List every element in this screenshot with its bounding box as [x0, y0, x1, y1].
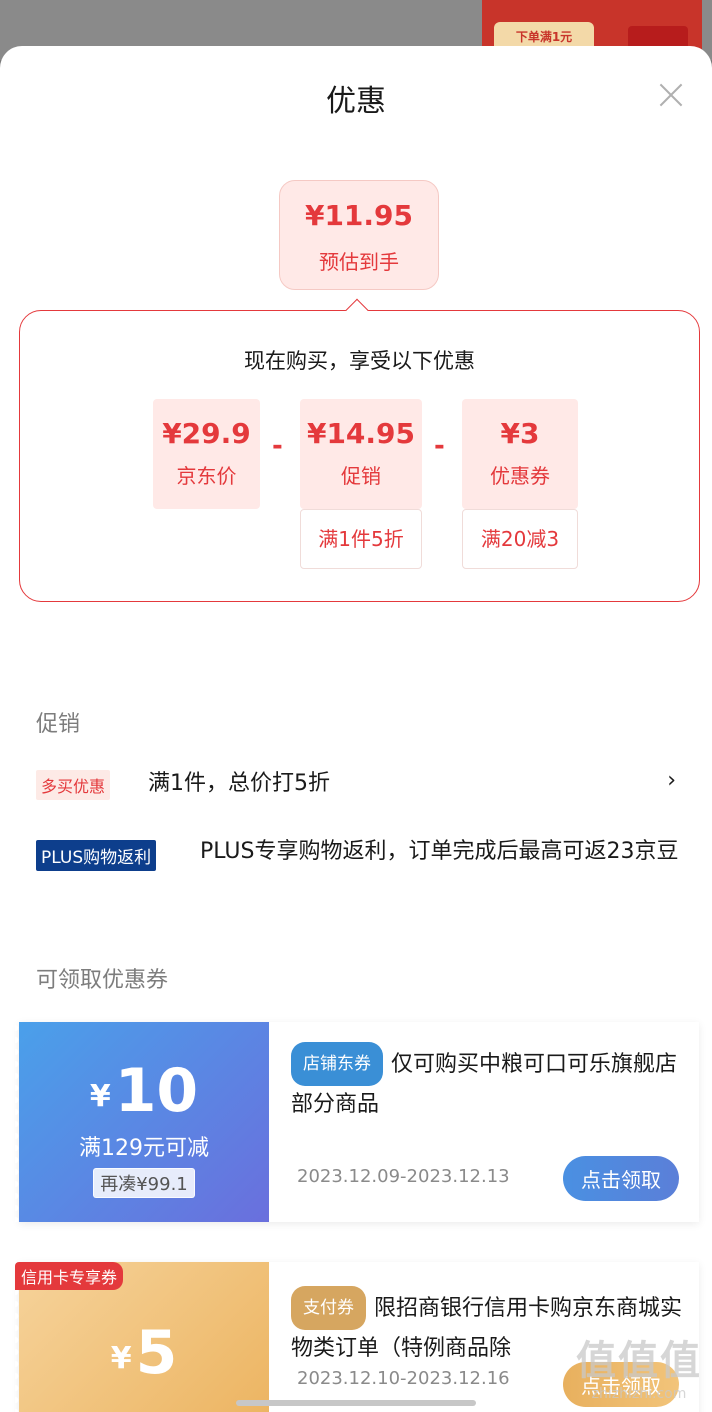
minus-sign: -	[272, 431, 283, 461]
coupon-amount-value: 10	[114, 1056, 199, 1126]
jd-price-label: 京东价	[176, 464, 237, 488]
coupon-amount: ¥10	[19, 1056, 269, 1126]
coupon-details: 店铺东券 仅可购买中粮可口可乐旗舰店部分商品 2023.12.09-2023.12…	[291, 1022, 685, 1222]
coupon-card: ¥10 满129元可减 再凑¥99.1 店铺东券 仅可购买中粮可口可乐旗舰店部分商…	[15, 1022, 699, 1222]
coupon-validity-date: 2023.12.09-2023.12.13	[297, 1166, 510, 1187]
currency-symbol: ¥	[89, 1079, 111, 1115]
jd-price-value: ¥29.9	[162, 417, 251, 450]
breakdown-panel: 现在购买，享受以下优惠 ¥29.9 京东价 - ¥14.95 促销 满1件5折 …	[19, 310, 700, 602]
promotion-discount-value: ¥14.95	[306, 417, 416, 450]
watermark: 值值值 zhizhizhi.com	[576, 1328, 702, 1402]
coupon-discount-value: ¥3	[500, 417, 540, 450]
discount-sheet: 优惠 ¥11.95 预估到手 现在购买，享受以下优惠 ¥29.9 京东价 - ¥…	[0, 46, 712, 1412]
breakdown-title: 现在购买，享受以下优惠	[244, 349, 475, 373]
plus-text: PLUS专享购物返利，订单完成后最高可返23京豆	[200, 839, 679, 864]
claim-coupon-button[interactable]: 点击领取	[563, 1156, 679, 1201]
coupon-amount-value: 5	[135, 1318, 178, 1388]
minus-sign: -	[434, 431, 445, 461]
promotion-row-multibuy[interactable]: 多买优惠 满1件，总价打5折 ›	[36, 768, 686, 804]
promotions-section-title: 促销	[36, 712, 81, 737]
plus-tag: PLUS购物返利	[36, 840, 157, 871]
coupon-amount: ¥5	[19, 1318, 269, 1388]
coupon-discount-box: ¥3 优惠券	[462, 399, 578, 509]
estimated-price: ¥11.95	[304, 199, 414, 232]
estimated-price-card: ¥11.95 预估到手	[279, 180, 439, 290]
multibuy-tag: 多买优惠	[36, 770, 111, 800]
close-icon[interactable]	[658, 82, 684, 108]
watermark-url: zhizhizhi.com	[591, 1386, 687, 1402]
estimated-price-label: 预估到手	[319, 250, 399, 274]
coupon-amount-panel: ¥10 满129元可减 再凑¥99.1	[15, 1022, 269, 1222]
coupon-validity-date: 2023.12.10-2023.12.16	[297, 1368, 510, 1389]
coupon-condition: 满129元可减	[79, 1136, 209, 1161]
jd-price-box: ¥29.9 京东价	[153, 399, 260, 509]
coupon-condition: 满20减3	[462, 509, 578, 569]
promotion-discount-label: 促销	[341, 464, 381, 488]
coupon-discount-label: 优惠券	[490, 464, 550, 488]
coupon-type-tag: 支付券	[291, 1286, 366, 1330]
watermark-logo: 值值值	[576, 1338, 702, 1384]
multibuy-text: 满1件，总价打5折	[148, 771, 330, 796]
promotion-row-plus: PLUS购物返利 PLUS专享购物返利，订单完成后最高可返23京豆	[36, 836, 686, 906]
promotion-discount-box: ¥14.95 促销	[300, 399, 422, 509]
home-indicator[interactable]	[236, 1400, 476, 1406]
coupon-add-more: 再凑¥99.1	[93, 1168, 195, 1198]
chevron-right-icon[interactable]: ›	[667, 768, 676, 793]
coupon-type-tag: 店铺东券	[291, 1042, 383, 1086]
coupons-section-title: 可领取优惠券	[36, 968, 169, 993]
currency-symbol: ¥	[110, 1341, 132, 1377]
sheet-title: 优惠	[326, 84, 386, 119]
credit-card-exclusive-badge: 信用卡专享券	[15, 1262, 124, 1290]
promotion-condition: 满1件5折	[300, 509, 422, 569]
